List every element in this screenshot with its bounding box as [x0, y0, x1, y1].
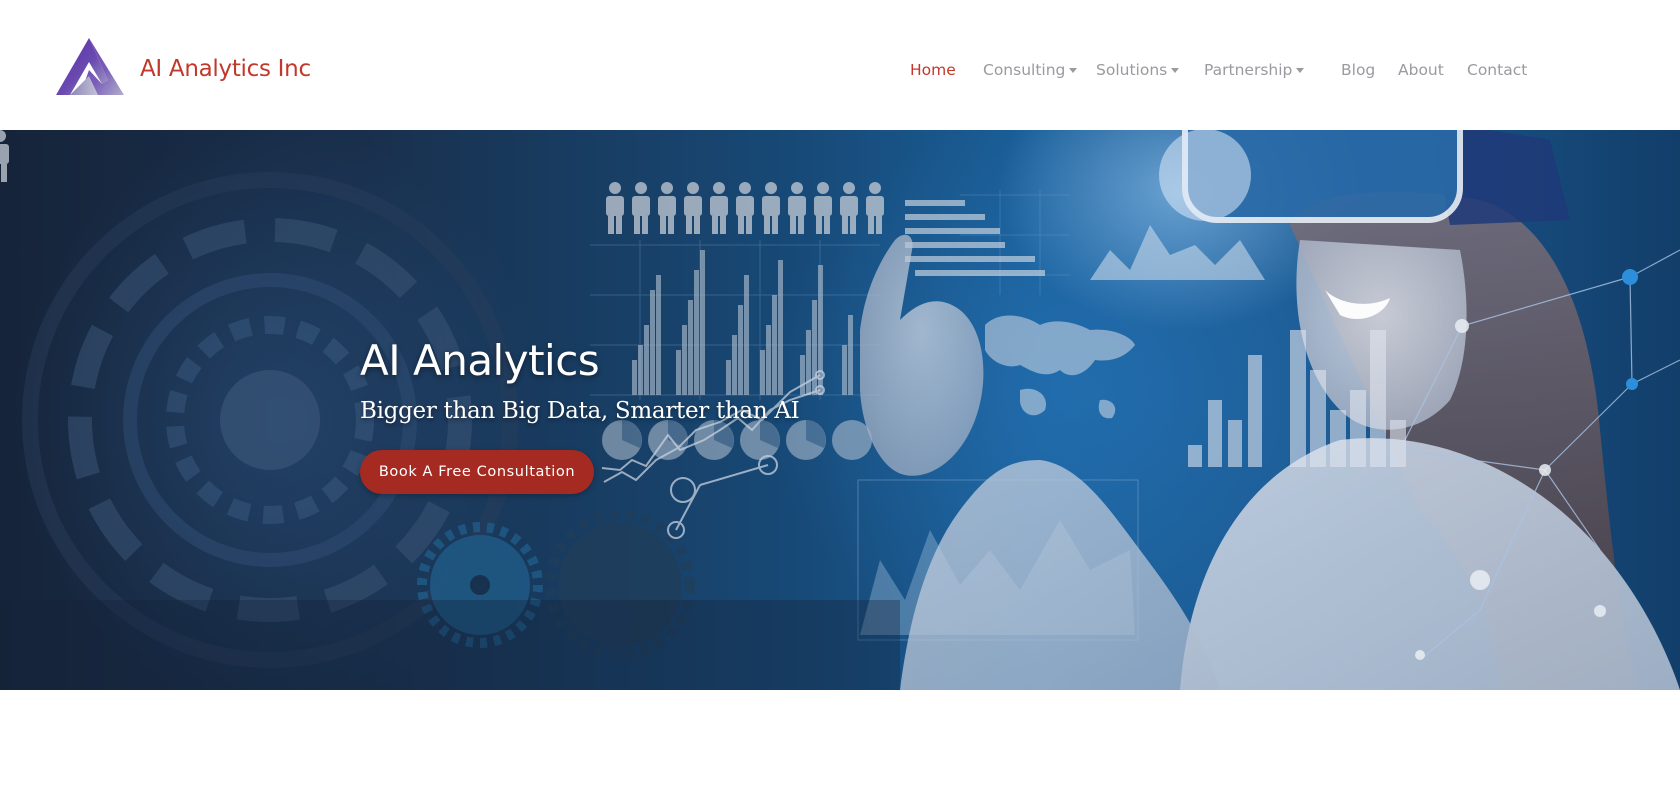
woman-vr-headset-photo [860, 192, 1680, 690]
nav-blog[interactable]: Blog [1341, 56, 1375, 84]
hero-banner: AI Analytics Bigger than Big Data, Smart… [0, 130, 1680, 690]
hero-subtitle: Bigger than Big Data, Smarter than AI [360, 398, 800, 424]
nav-consulting[interactable]: Consulting [983, 56, 1078, 84]
nav-consulting-label: Consulting [983, 61, 1066, 79]
nav-blog-label: Blog [1341, 61, 1376, 79]
nav-home[interactable]: Home [910, 56, 956, 84]
pie-charts-graphic [602, 420, 872, 460]
nav-contact[interactable]: Contact [1467, 56, 1527, 84]
caret-down-icon [1069, 68, 1078, 73]
nav-contact-label: Contact [1467, 61, 1528, 79]
nav-about-label: About [1398, 61, 1444, 79]
book-consultation-button[interactable]: Book A Free Consultation [360, 450, 594, 494]
vr-headset-graphic [1159, 130, 1570, 225]
mountain-chart-graphic [1090, 225, 1265, 280]
caret-down-icon [1171, 68, 1180, 73]
world-map-graphic [985, 315, 1135, 419]
brand-link[interactable]: AI Analytics Inc [56, 38, 311, 98]
face-bar-chart-graphic [1188, 330, 1406, 467]
hero-title: AI Analytics [360, 336, 600, 385]
hero-background-image [0, 130, 1680, 690]
content-area [0, 690, 1680, 791]
brand-name: AI Analytics Inc [140, 55, 311, 82]
nav-home-label: Home [910, 61, 956, 79]
horizontal-bar-graphic [905, 200, 1045, 276]
nav-partnership-label: Partnership [1204, 61, 1293, 79]
nav-solutions[interactable]: Solutions [1096, 56, 1180, 84]
nav-partnership[interactable]: Partnership [1204, 56, 1305, 84]
nav-about[interactable]: About [1398, 56, 1444, 84]
nav-solutions-label: Solutions [1096, 61, 1168, 79]
site-header: AI Analytics Inc Home Consulting Solutio… [0, 0, 1680, 130]
caret-down-icon [1296, 68, 1305, 73]
bar-chart-graphic [632, 250, 853, 395]
triangle-a-logo-icon [56, 38, 124, 95]
